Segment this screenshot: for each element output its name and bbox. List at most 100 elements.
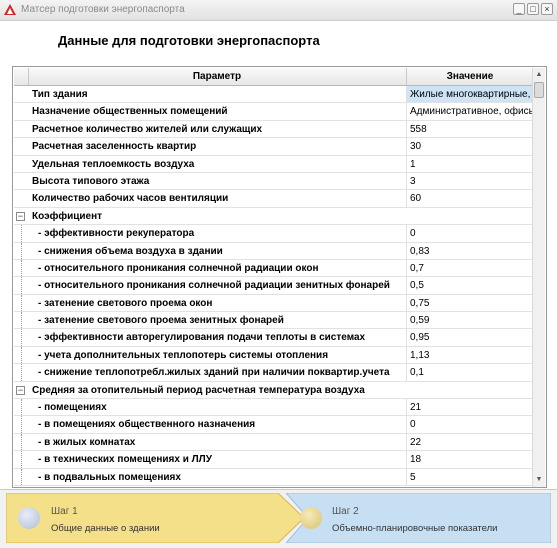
- value-cell[interactable]: 0,1: [407, 364, 533, 380]
- grid-row[interactable]: - относительного проникания солнечной ра…: [14, 259, 533, 278]
- row-gutter: [14, 329, 22, 346]
- param-label: Тип здания: [28, 86, 407, 103]
- vertical-scrollbar[interactable]: ▲ ▼: [532, 68, 545, 487]
- value-cell[interactable]: 558: [407, 121, 533, 137]
- wizard-step-1[interactable]: Шаг 1 Общие данные о здании: [6, 493, 306, 543]
- param-label: Удельная теплоемкость воздуха: [28, 155, 407, 172]
- row-gutter: [14, 156, 28, 172]
- row-gutter: [14, 433, 22, 451]
- value-cell[interactable]: 1,13: [407, 347, 533, 363]
- param-label: Количество рабочих часов вентиляции: [28, 190, 407, 207]
- grid-row[interactable]: - относительного проникания солнечной ра…: [14, 277, 533, 295]
- row-gutter: [14, 138, 28, 154]
- value-cell[interactable]: Административное, офисы,: [407, 103, 533, 119]
- param-label: - в помещениях общественного назначения: [28, 416, 407, 433]
- param-label: - в жилых комнатах: [28, 433, 407, 451]
- window-title: Матсер подготовки энергопаспорта: [21, 4, 185, 15]
- row-gutter: [14, 103, 28, 119]
- row-gutter: [14, 173, 28, 189]
- close-button[interactable]: ×: [541, 3, 553, 15]
- param-label: - учета дополнительных теплопотерь систе…: [28, 346, 407, 364]
- minimize-button[interactable]: _: [513, 3, 525, 15]
- step-2-title: Шаг 2: [332, 506, 359, 517]
- row-gutter: [14, 242, 22, 259]
- grid-row[interactable]: - затенение светового проема окон 0,75: [14, 294, 533, 313]
- param-label: - снижения объема воздуха в здании: [28, 242, 407, 259]
- step-1-title: Шаг 1: [51, 506, 78, 517]
- value-cell[interactable]: 5: [407, 469, 533, 485]
- value-cell[interactable]: 0,59: [407, 312, 533, 328]
- value-cell[interactable]: 18: [407, 451, 533, 467]
- row-gutter: [14, 451, 22, 468]
- wizard-step-2[interactable]: Шаг 2 Объемно-планировочные показатели: [286, 493, 551, 543]
- app-logo-icon: [4, 4, 16, 15]
- row-gutter: [14, 225, 22, 242]
- value-cell[interactable]: 0,7: [407, 260, 533, 276]
- scroll-down-icon[interactable]: ▼: [534, 474, 544, 486]
- grid-row[interactable]: - снижение теплопотребл.жилых зданий при…: [14, 364, 533, 382]
- grid-group-row[interactable]: − Средняя за отопительный период расчетна…: [14, 382, 533, 400]
- column-header-value[interactable]: Значение: [407, 68, 533, 85]
- row-gutter: [14, 86, 28, 102]
- step-1-arrow-shape: [6, 493, 305, 543]
- grid-group-row[interactable]: − Коэффициент: [14, 208, 533, 226]
- value-cell[interactable]: 3: [407, 173, 533, 189]
- grid-row[interactable]: - эффективности авторегулирования подачи…: [14, 329, 533, 347]
- step-2-subtitle: Объемно-планировочные показатели: [332, 523, 498, 534]
- grid-row[interactable]: Высота типового этажа 3: [14, 172, 533, 191]
- param-label: - помещениях: [28, 399, 407, 416]
- grid-row[interactable]: - в подвальных помещениях 5: [14, 468, 533, 486]
- grid-row[interactable]: Расчетная заселенность квартир 30: [14, 138, 533, 156]
- param-label: - в технических помещениях и ЛЛУ: [28, 451, 407, 468]
- grid-row[interactable]: - эффективности рекуператора 0: [14, 225, 533, 243]
- column-header-param[interactable]: Параметр: [28, 68, 407, 85]
- param-label: Расчетное количество жителей или служащи…: [28, 120, 407, 138]
- value-cell[interactable]: 1: [407, 156, 533, 172]
- value-cell[interactable]: 0,75: [407, 295, 533, 311]
- property-grid: Параметр Значение Тип здания Жилые многок…: [12, 66, 547, 488]
- value-cell[interactable]: 0,83: [407, 243, 533, 259]
- row-gutter: [14, 312, 22, 329]
- param-label: Высота типового этажа: [28, 172, 407, 190]
- group-label: Средняя за отопительный период расчетная…: [32, 384, 365, 396]
- scroll-thumb[interactable]: [534, 82, 544, 98]
- row-gutter: [14, 399, 22, 416]
- value-cell[interactable]: 0,5: [407, 277, 533, 293]
- row-gutter: [14, 364, 22, 381]
- grid-row[interactable]: - снижения объема воздуха в здании 0,83: [14, 242, 533, 260]
- value-cell[interactable]: 30: [407, 138, 533, 154]
- grid-row[interactable]: - учета дополнительных теплопотерь систе…: [14, 346, 533, 365]
- param-label: Назначение общественных помещений: [28, 103, 407, 120]
- param-label: - эффективности авторегулирования подачи…: [28, 329, 407, 346]
- grid-row[interactable]: Расчетное количество жителей или служащи…: [14, 120, 533, 139]
- grid-row[interactable]: - помещениях 21: [14, 399, 533, 417]
- grid-row[interactable]: Количество рабочих часов вентиляции 60: [14, 190, 533, 208]
- row-gutter: [14, 121, 28, 137]
- param-label: - затенение светового проема зенитных фо…: [28, 312, 407, 329]
- value-cell[interactable]: 60: [407, 190, 533, 206]
- grid-row[interactable]: - в жилых комнатах 22: [14, 433, 533, 452]
- group-label: Коэффициент: [32, 210, 103, 222]
- param-label: - снижение теплопотребл.жилых зданий при…: [28, 364, 407, 381]
- value-cell[interactable]: 0: [407, 416, 533, 432]
- step-1-indicator-icon: [18, 507, 40, 529]
- grid-row[interactable]: - в помещениях общественного назначения 0: [14, 416, 533, 434]
- grid-row[interactable]: - затенение светового проема зенитных фо…: [14, 312, 533, 330]
- param-label: - относительного проникания солнечной ра…: [28, 259, 407, 277]
- step-2-arrow-shape: [286, 493, 551, 543]
- param-label: - в подвальных помещениях: [28, 468, 407, 485]
- value-cell[interactable]: Жилые многоквартирные,: [407, 86, 533, 103]
- scroll-up-icon[interactable]: ▲: [534, 69, 544, 81]
- value-cell[interactable]: 0,95: [407, 329, 533, 345]
- value-cell[interactable]: 21: [407, 399, 533, 415]
- value-cell[interactable]: 22: [407, 434, 533, 450]
- grid-row[interactable]: Тип здания Жилые многоквартирные,: [14, 86, 533, 104]
- grid-row[interactable]: Назначение общественных помещений Админис…: [14, 103, 533, 121]
- row-gutter: [14, 277, 22, 294]
- title-bar: Матсер подготовки энергопаспорта _ □ ×: [0, 0, 557, 21]
- grid-row[interactable]: - в технических помещениях и ЛЛУ 18: [14, 451, 533, 469]
- param-label: Расчетная заселенность квартир: [28, 138, 407, 155]
- maximize-button[interactable]: □: [527, 3, 539, 15]
- grid-row[interactable]: Удельная теплоемкость воздуха 1: [14, 155, 533, 173]
- value-cell[interactable]: 0: [407, 225, 533, 241]
